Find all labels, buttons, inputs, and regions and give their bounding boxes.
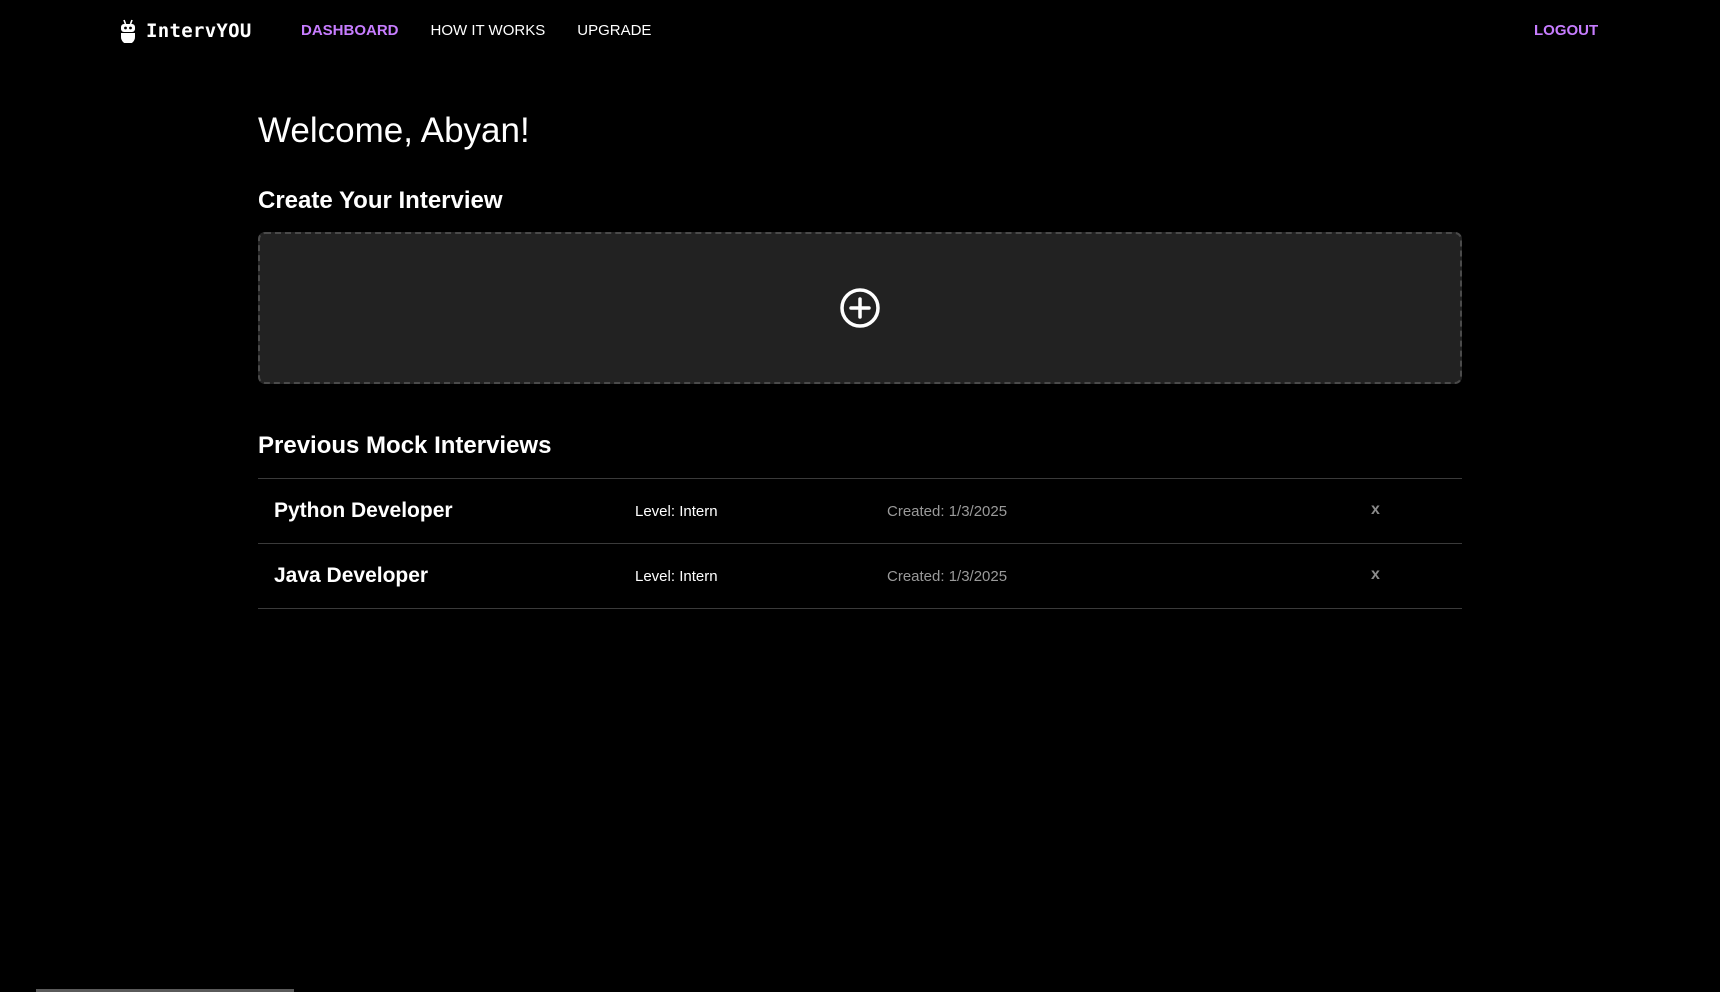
interview-level: Level: Intern <box>635 568 718 585</box>
interview-row[interactable]: Python Developer Level: Intern Created: … <box>258 479 1462 544</box>
create-interview-title: Create Your Interview <box>258 187 503 214</box>
interview-level: Level: Intern <box>635 503 718 520</box>
interview-created-date: Created: 1/3/2025 <box>887 503 1008 520</box>
nav-dashboard-link[interactable]: DASHBOARD <box>301 22 399 40</box>
interview-list: Python Developer Level: Intern Created: … <box>258 478 1462 609</box>
robot-logo-icon <box>121 19 135 43</box>
interview-row[interactable]: Java Developer Level: Intern Created: 1/… <box>258 544 1462 609</box>
plus-circle-icon <box>840 288 880 328</box>
interview-title: Java Developer <box>274 564 429 587</box>
top-navbar: IntervYOU DASHBOARD HOW IT WORKS UPGRADE… <box>0 0 1720 62</box>
nav-links: DASHBOARD HOW IT WORKS UPGRADE <box>301 22 651 40</box>
nav-upgrade-link[interactable]: UPGRADE <box>577 22 651 40</box>
brand[interactable]: IntervYOU <box>119 18 252 44</box>
delete-interview-button[interactable]: x <box>1371 500 1380 520</box>
previous-interviews-title: Previous Mock Interviews <box>258 432 552 459</box>
dashboard-main: Welcome, Abyan! Create Your Interview Pr… <box>258 100 1462 609</box>
welcome-heading: Welcome, Abyan! <box>258 111 530 150</box>
interview-created-date: Created: 1/3/2025 <box>887 568 1008 585</box>
create-interview-button[interactable] <box>258 232 1462 384</box>
nav-how-it-works-link[interactable]: HOW IT WORKS <box>431 22 546 40</box>
interview-title: Python Developer <box>274 499 453 522</box>
delete-interview-button[interactable]: x <box>1371 565 1380 585</box>
brand-name: IntervYOU <box>146 20 252 42</box>
logout-button[interactable]: LOGOUT <box>1534 22 1598 40</box>
